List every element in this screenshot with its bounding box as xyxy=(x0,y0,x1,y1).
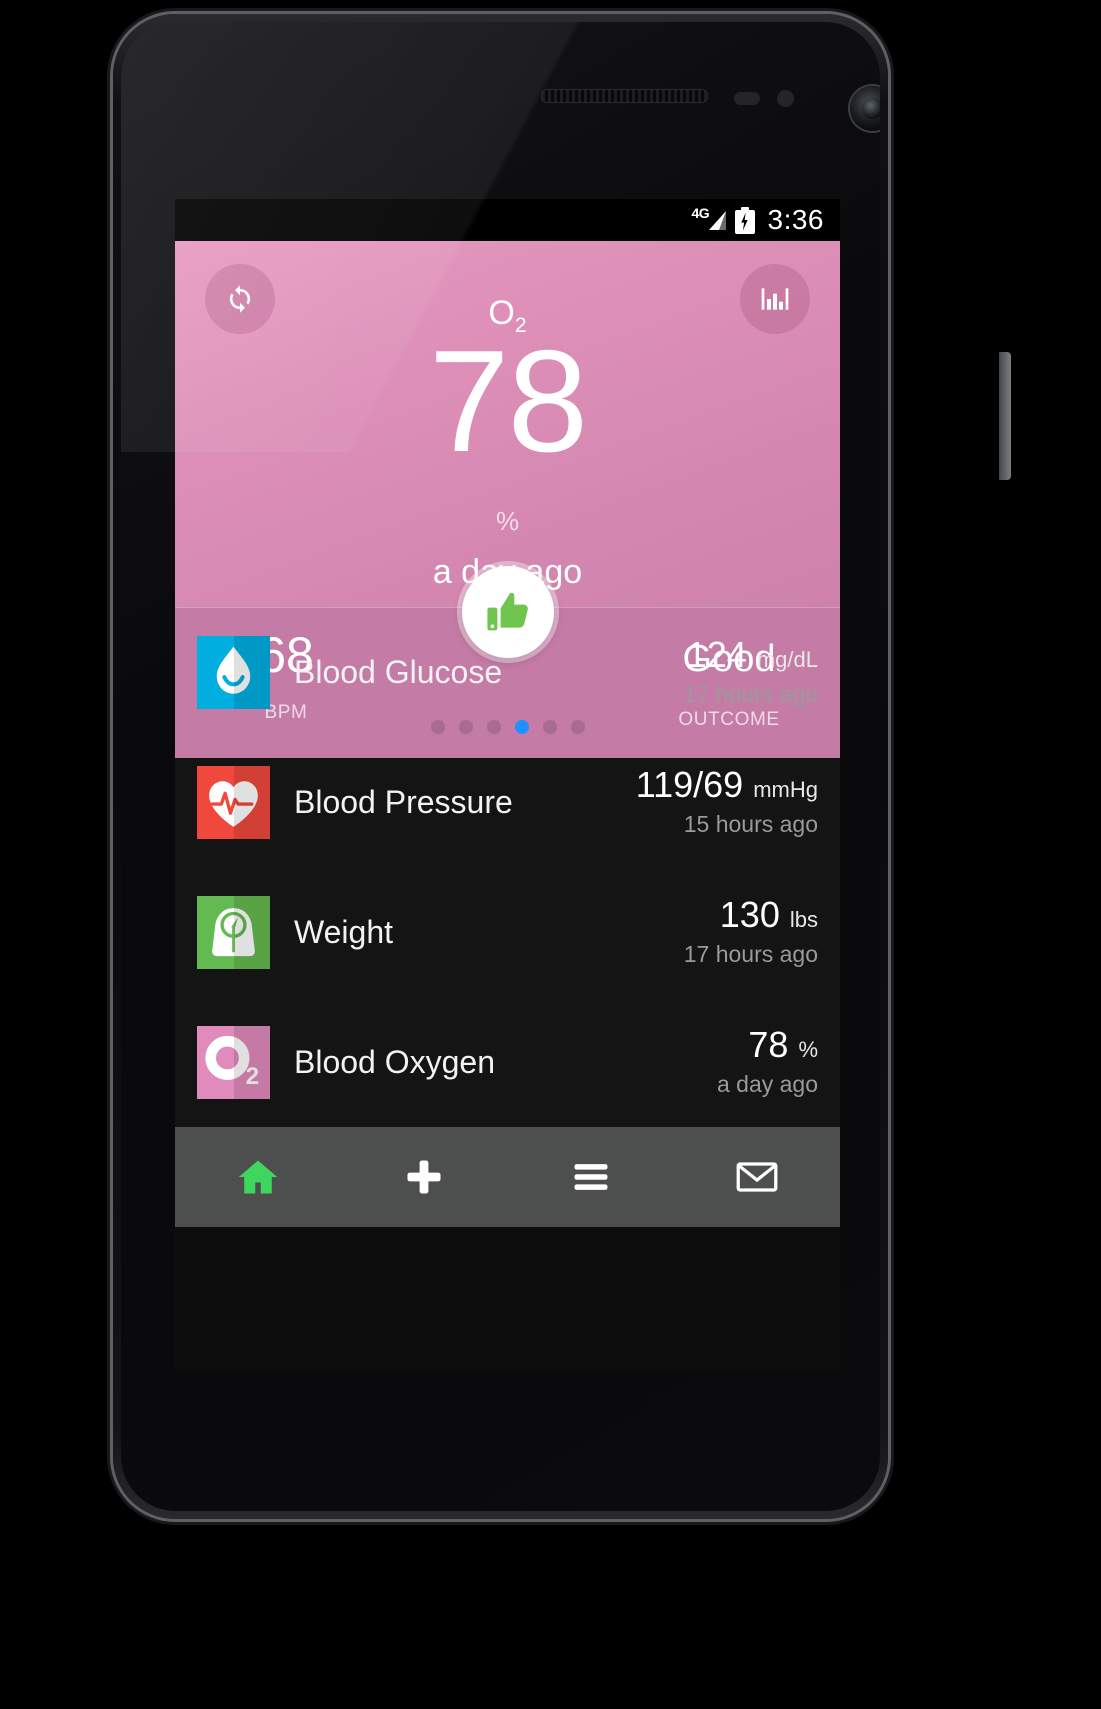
menu-icon xyxy=(569,1155,613,1199)
list-item-value: 130 lbs xyxy=(719,894,818,936)
list-item-value: 124 mg/dL xyxy=(686,634,818,676)
list-item[interactable]: Blood Pressure 119/69 mmHg 15 hours ago xyxy=(175,737,840,867)
list-item-label: Weight xyxy=(294,913,394,950)
metric-unit: % xyxy=(495,506,520,536)
list-item[interactable]: 2 Blood Oxygen 78 % a day ago xyxy=(175,997,840,1127)
plus-icon xyxy=(402,1155,446,1199)
list-item-label: Blood Oxygen xyxy=(294,1043,496,1080)
nav-add-button[interactable] xyxy=(341,1127,507,1227)
list-item-unit: mmHg xyxy=(753,777,818,803)
list-item-value: 78 % xyxy=(748,1024,818,1066)
blood-drop-icon xyxy=(197,635,270,709)
power-button[interactable] xyxy=(999,352,1011,480)
heart-pulse-icon xyxy=(197,765,270,839)
list-item-timestamp: 17 hours ago xyxy=(683,940,818,967)
list-item-unit: mg/dL xyxy=(756,647,818,673)
nav-messages-button[interactable] xyxy=(674,1127,840,1227)
list-item-unit: lbs xyxy=(789,907,818,933)
list-item-value: 119/69 mmHg xyxy=(635,764,818,806)
network-type-label: 4G xyxy=(691,205,710,221)
weight-scale-icon xyxy=(197,895,270,969)
list-item-label: Blood Pressure xyxy=(294,783,513,820)
list-item-label: Blood Glucose xyxy=(294,653,503,690)
bottom-navigation-bar xyxy=(175,1127,840,1227)
list-item[interactable]: Weight 130 lbs 17 hours ago xyxy=(175,867,840,997)
list-item-timestamp: 17 hours ago xyxy=(683,680,818,707)
signal-bars-icon: 4G xyxy=(691,205,726,233)
list-item-unit: % xyxy=(798,1037,818,1063)
front-camera-icon xyxy=(850,86,880,131)
metric-value: 78 xyxy=(428,320,588,482)
status-clock: 3:36 xyxy=(767,204,824,235)
phone-screen: 4G 3:36 O2 78 % a ago 68 BPM Good OUTCOM… xyxy=(175,199,840,1371)
home-icon xyxy=(236,1155,280,1199)
screenshot-root: 4G 3:36 O2 78 % a ago 68 BPM Good OUTCOM… xyxy=(0,0,1101,1709)
list-item[interactable]: Blood Glucose 124 mg/dL 17 hours ago xyxy=(175,607,840,737)
measurements-list: Blood Glucose 124 mg/dL 17 hours ago Blo… xyxy=(175,607,840,1127)
list-item-timestamp: 15 hours ago xyxy=(683,810,818,837)
mail-icon xyxy=(734,1154,780,1200)
battery-charging-icon xyxy=(734,206,755,234)
nav-home-button[interactable] xyxy=(175,1127,341,1227)
nav-menu-button[interactable] xyxy=(508,1127,674,1227)
proximity-sensor-icon xyxy=(734,92,760,105)
oxygen-o2-icon: 2 xyxy=(197,1025,270,1099)
list-item-timestamp: a day ago xyxy=(716,1070,818,1097)
primary-metric-card[interactable]: O2 78 % a day ago 68 BPM xyxy=(175,241,840,758)
earpiece-speaker xyxy=(541,89,708,103)
status-bar: 4G 3:36 xyxy=(175,199,840,241)
light-sensor-icon xyxy=(777,90,794,107)
